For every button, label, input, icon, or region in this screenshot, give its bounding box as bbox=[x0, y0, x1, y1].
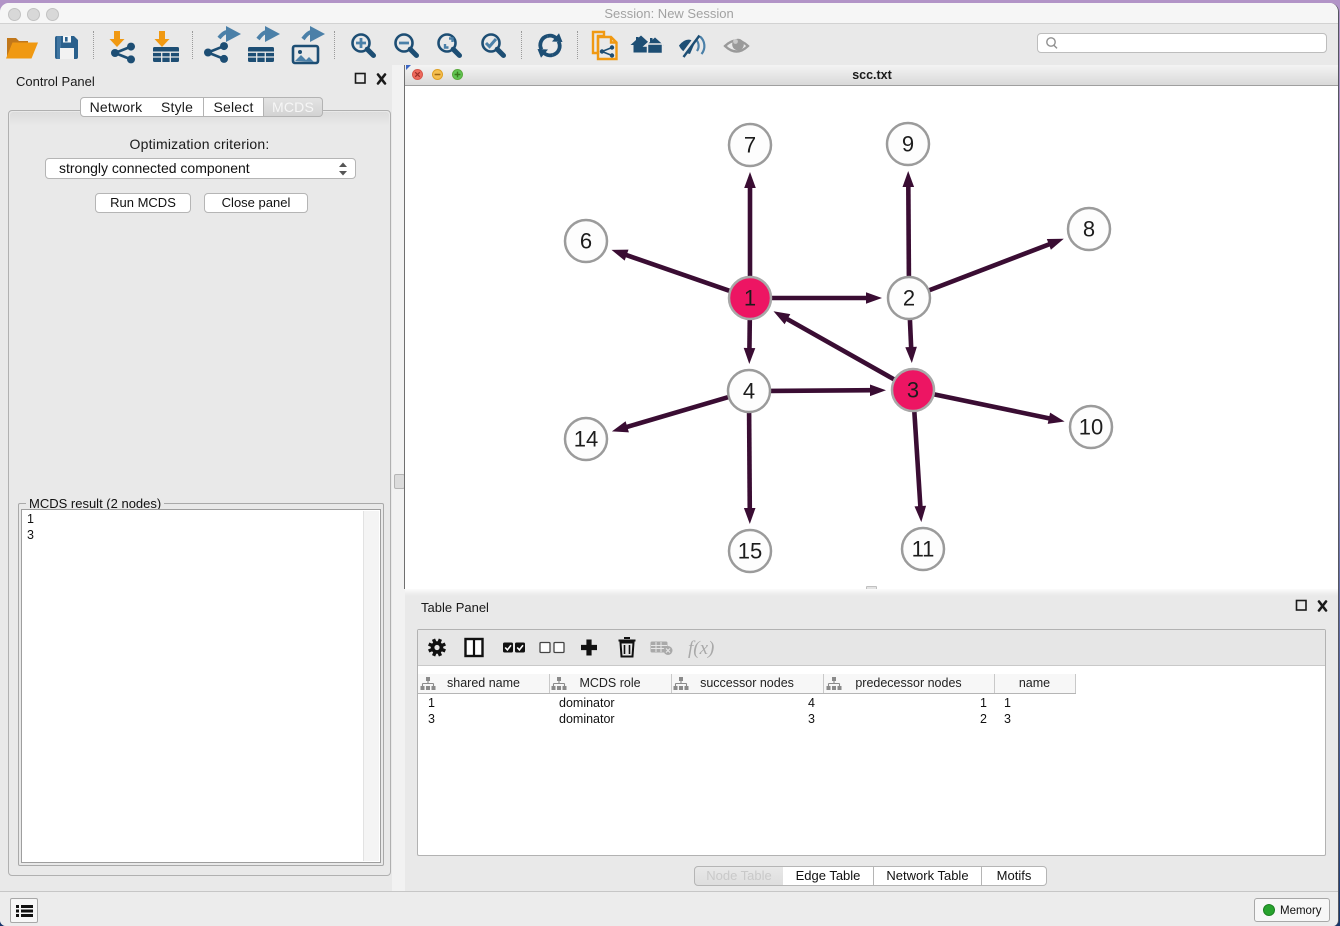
svg-text:3: 3 bbox=[907, 378, 919, 403]
svg-text:6: 6 bbox=[580, 229, 592, 254]
svg-text:10: 10 bbox=[1079, 415, 1103, 440]
svg-text:f(x): f(x) bbox=[688, 638, 714, 659]
svg-text:1: 1 bbox=[744, 286, 756, 311]
svg-text:2: 2 bbox=[903, 286, 915, 311]
svg-text:4: 4 bbox=[743, 379, 755, 404]
svg-text:11: 11 bbox=[912, 537, 935, 562]
svg-text:9: 9 bbox=[902, 132, 914, 157]
svg-text:Memory: Memory bbox=[1280, 905, 1322, 917]
svg-text:7: 7 bbox=[744, 133, 756, 158]
svg-text:15: 15 bbox=[738, 539, 762, 564]
svg-text:14: 14 bbox=[574, 427, 598, 452]
svg-text:8: 8 bbox=[1083, 217, 1095, 242]
